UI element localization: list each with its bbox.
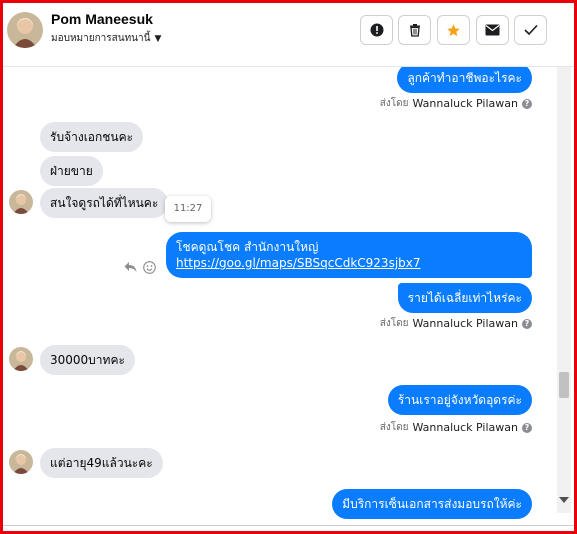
sent-by-label: ส่งโดย Wannaluck Pilawan ?: [380, 420, 532, 435]
scrollbar[interactable]: [557, 67, 571, 513]
maps-link[interactable]: https://goo.gl/maps/SBSqcCdkC923sjbx7: [176, 256, 421, 270]
message-outgoing: ร้านเราอยู่จังหวัดอุดรค่ะ: [387, 385, 532, 415]
sent-by-label: ส่งโดย Wannaluck Pilawan ?: [380, 96, 532, 111]
message-incoming: สนใจดูรถได้ที่ไหนคะ: [40, 188, 169, 218]
star-button[interactable]: [437, 15, 470, 45]
assign-conversation-dropdown[interactable]: มอบหมายการสนทนานี้ ▼: [51, 31, 161, 46]
message-outgoing: มีบริการเซ็นเอกสารส่งมอบรถให้ค่ะ: [332, 489, 532, 519]
message-incoming: ฝ่ายขาย: [40, 156, 103, 186]
sent-by-agent: Wannaluck Pilawan: [412, 97, 519, 110]
message-outgoing: รายได้เฉลี่ยเท่าไหร่คะ: [397, 283, 532, 313]
envelope-icon: [485, 24, 500, 36]
message-outgoing-with-link: โชคดูณโชค สำนักงานใหญ่ https://goo.gl/ma…: [166, 232, 532, 278]
contact-avatar-small[interactable]: [9, 450, 33, 474]
contact-name[interactable]: Pom Maneesuk: [51, 11, 153, 27]
help-icon[interactable]: ?: [522, 318, 532, 329]
emoji-react-icon[interactable]: [143, 261, 156, 274]
mark-done-button[interactable]: [514, 15, 547, 45]
window-frame: Pom Maneesuk มอบหมายการสนทนานี้ ▼ ลูกค้า…: [0, 0, 577, 534]
help-icon[interactable]: ?: [522, 98, 532, 109]
star-icon: [447, 23, 460, 36]
message-text: โชคดูณโชค สำนักงานใหญ่: [176, 240, 319, 254]
contact-avatar-small[interactable]: [9, 190, 33, 214]
sent-by-label: ส่งโดย Wannaluck Pilawan ?: [380, 316, 532, 331]
timestamp-tooltip: 11:27: [165, 196, 211, 222]
message-incoming: แต่อายุ49แล้วนะคะ: [40, 448, 163, 478]
composer-edge: [3, 525, 574, 531]
assign-label: มอบหมายการสนทนานี้: [51, 33, 151, 44]
alert-circle-icon: [370, 23, 383, 37]
caret-down-icon: ▼: [154, 33, 162, 44]
help-icon[interactable]: ?: [522, 422, 532, 433]
contact-avatar-small[interactable]: [9, 347, 33, 371]
reply-icon[interactable]: [124, 261, 137, 273]
mark-unread-button[interactable]: [476, 15, 509, 45]
sent-by-agent: Wannaluck Pilawan: [412, 421, 519, 434]
sent-by-agent: Wannaluck Pilawan: [412, 317, 519, 330]
scroll-down-arrow-icon[interactable]: [559, 497, 569, 503]
sent-by-prefix: ส่งโดย: [379, 422, 409, 433]
message-list: ลูกค้าทำอาชีพอะไรคะ ส่งโดย Wannaluck Pil…: [3, 67, 556, 525]
trash-icon: [409, 24, 420, 37]
message-actions: [124, 261, 156, 274]
checkmark-icon: [523, 24, 538, 36]
message-incoming: รับจ้างเอกชนคะ: [40, 122, 144, 152]
message-outgoing: ลูกค้าทำอาชีพอะไรคะ: [397, 67, 532, 93]
message-incoming: 30000บาทคะ: [40, 345, 135, 375]
conversation-header: Pom Maneesuk มอบหมายการสนทนานี้ ▼: [3, 3, 574, 67]
delete-button[interactable]: [398, 15, 431, 45]
mark-spam-button[interactable]: [360, 15, 393, 45]
sent-by-prefix: ส่งโดย: [379, 98, 409, 109]
contact-avatar[interactable]: [7, 12, 43, 48]
sent-by-prefix: ส่งโดย: [379, 318, 409, 329]
scrollbar-thumb[interactable]: [559, 372, 569, 398]
